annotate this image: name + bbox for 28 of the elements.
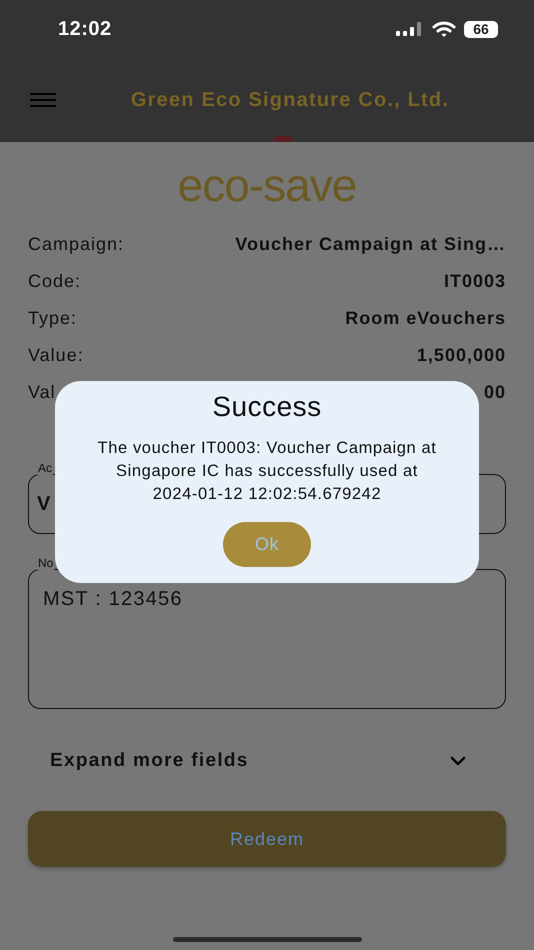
detail-label: Type: (28, 308, 78, 329)
field-label: Ac (37, 462, 54, 475)
expand-row[interactable]: Expand more fields (28, 736, 506, 786)
detail-value: Voucher Campaign at Sing… (235, 234, 506, 255)
detail-value: Room eVouchers (345, 308, 506, 329)
chevron-icon (450, 756, 466, 766)
field-value: MST : 123456 (43, 588, 183, 610)
logo-mark-icon (274, 136, 292, 142)
detail-label: Code: (28, 271, 82, 292)
menu-icon (30, 92, 56, 108)
wifi-icon (432, 20, 456, 38)
expand-label: Expand more fields (50, 750, 249, 772)
detail-value: 1,500,000 (416, 345, 506, 366)
detail-label: Campaign: (28, 234, 124, 255)
dialog-message: The voucher IT0003: Voucher Campaign at Singapore IC has successfully used at 2024-01-12 12:02:54.679242 (96, 438, 438, 505)
redeem-button[interactable]: Redeem (28, 811, 506, 867)
detail-label: Val (28, 382, 56, 403)
field-label: No (37, 557, 54, 570)
detail-label: Value: (28, 345, 84, 366)
dialog-title: Success (212, 391, 322, 423)
status-time: 12:02 (58, 18, 112, 40)
detail-value: IT0003 (444, 271, 506, 292)
header-title: Green Eco Signature Co., Ltd. (130, 88, 450, 112)
logo-text: eco-save (178, 160, 356, 210)
field-value: V (37, 492, 52, 516)
battery-indicator: 66 (464, 20, 498, 38)
detail-value: 00 (484, 382, 506, 403)
signal-icon (396, 22, 424, 36)
